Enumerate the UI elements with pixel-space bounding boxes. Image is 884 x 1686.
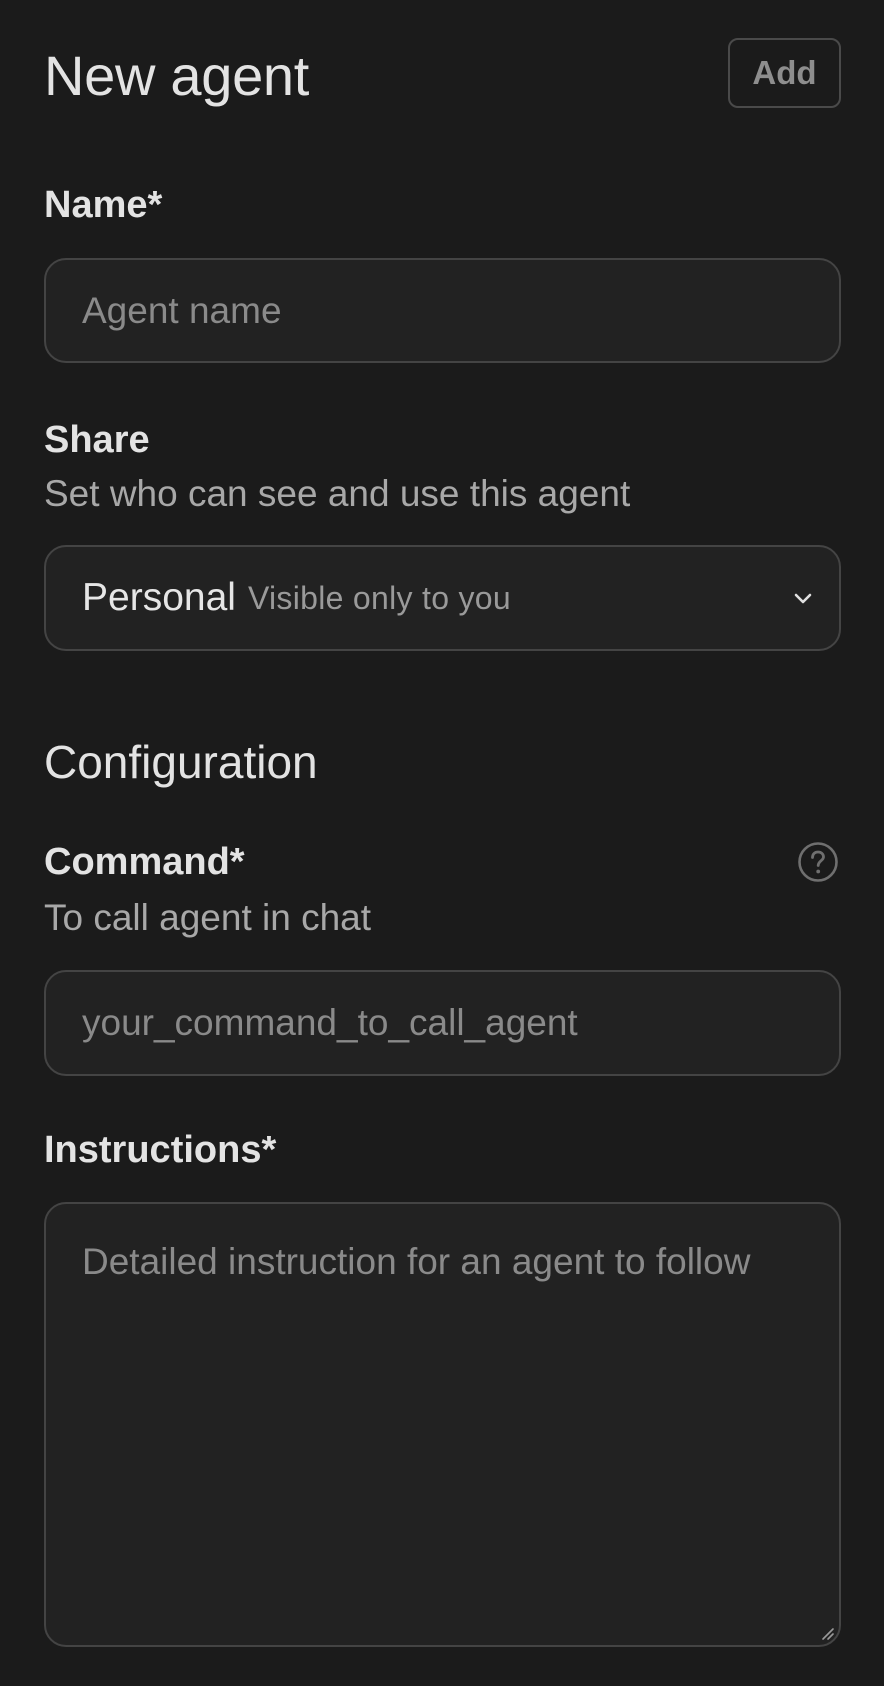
configuration-title: Configuration	[44, 736, 318, 788]
new-agent-form: New agent Add Name* Share Set who can se…	[44, 0, 841, 1686]
instructions-label: Instructions*	[44, 1129, 277, 1171]
instructions-field-container	[44, 1202, 841, 1647]
header: New agent Add	[44, 38, 841, 108]
share-description: Set who can see and use this agent	[44, 473, 631, 514]
question-circle-icon[interactable]	[797, 841, 839, 883]
instructions-textarea[interactable]	[46, 1204, 839, 1645]
add-button[interactable]: Add	[728, 38, 841, 108]
share-selected-hint: Visible only to you	[247, 579, 511, 616]
name-field-container	[44, 258, 841, 363]
command-label: Command*	[44, 841, 245, 883]
resize-grip-icon[interactable]	[819, 1625, 835, 1641]
command-description: To call agent in chat	[44, 897, 372, 938]
name-label: Name*	[44, 184, 163, 226]
chevron-down-icon	[794, 593, 812, 604]
share-label: Share	[44, 419, 150, 461]
agent-name-input[interactable]	[46, 260, 839, 361]
share-selected-value: Personal	[82, 576, 236, 619]
page-title: New agent	[44, 44, 310, 107]
share-select[interactable]: Personal Visible only to you	[44, 545, 841, 651]
command-input[interactable]	[46, 972, 839, 1074]
command-field-container	[44, 970, 841, 1076]
